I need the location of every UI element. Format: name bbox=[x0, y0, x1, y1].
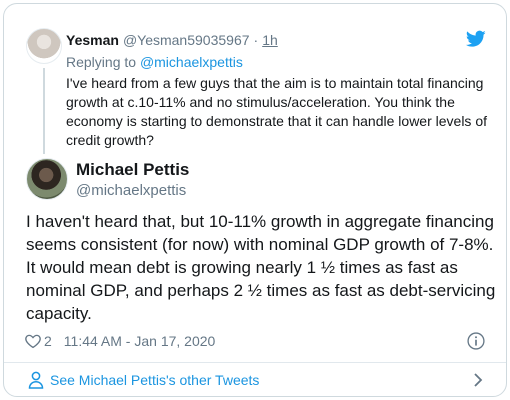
parent-tweet-text: I've heard from a few guys that the aim … bbox=[66, 75, 487, 148]
chevron-right-icon[interactable] bbox=[472, 372, 484, 388]
embedded-tweet-card: Yesman @Yesman59035967 · 1h Replying to … bbox=[3, 3, 507, 397]
separator-dot: · bbox=[253, 32, 259, 48]
replying-to-line: Replying to @michaelxpettis bbox=[66, 54, 243, 70]
parent-tweet[interactable]: Yesman @Yesman59035967 · 1h Replying to … bbox=[4, 4, 506, 154]
parent-author-handle[interactable]: @Yesman59035967 bbox=[123, 32, 250, 48]
parent-author-avatar[interactable] bbox=[26, 28, 62, 64]
main-author-name[interactable]: Michael Pettis bbox=[76, 160, 189, 180]
parent-author-name[interactable]: Yesman bbox=[66, 32, 119, 48]
like-count[interactable]: 2 bbox=[44, 333, 52, 349]
other-tweets-link[interactable]: See Michael Pettis's other Tweets bbox=[4, 363, 506, 396]
main-tweet-text: I haven't heard that, but 10-11% growth … bbox=[26, 212, 496, 323]
twitter-bird-icon[interactable] bbox=[466, 30, 486, 48]
tweet-meta-row: 2 11:44 AM - Jan 17, 2020 bbox=[24, 330, 488, 352]
replying-to-prefix: Replying to bbox=[66, 54, 137, 70]
parent-tweet-header: Yesman @Yesman59035967 · 1h bbox=[66, 32, 278, 48]
other-tweets-label[interactable]: See Michael Pettis's other Tweets bbox=[50, 372, 259, 388]
main-author-avatar[interactable] bbox=[26, 158, 68, 200]
replying-to-mention[interactable]: @michaelxpettis bbox=[140, 54, 243, 70]
tweet-timestamp[interactable]: 11:44 AM - Jan 17, 2020 bbox=[64, 333, 216, 349]
person-icon bbox=[28, 371, 44, 389]
parent-time-link[interactable]: 1h bbox=[262, 32, 278, 48]
heart-icon[interactable] bbox=[24, 332, 42, 350]
main-author-handle[interactable]: @michaelxpettis bbox=[76, 182, 186, 199]
info-icon[interactable] bbox=[466, 331, 486, 351]
thread-line bbox=[43, 68, 45, 154]
